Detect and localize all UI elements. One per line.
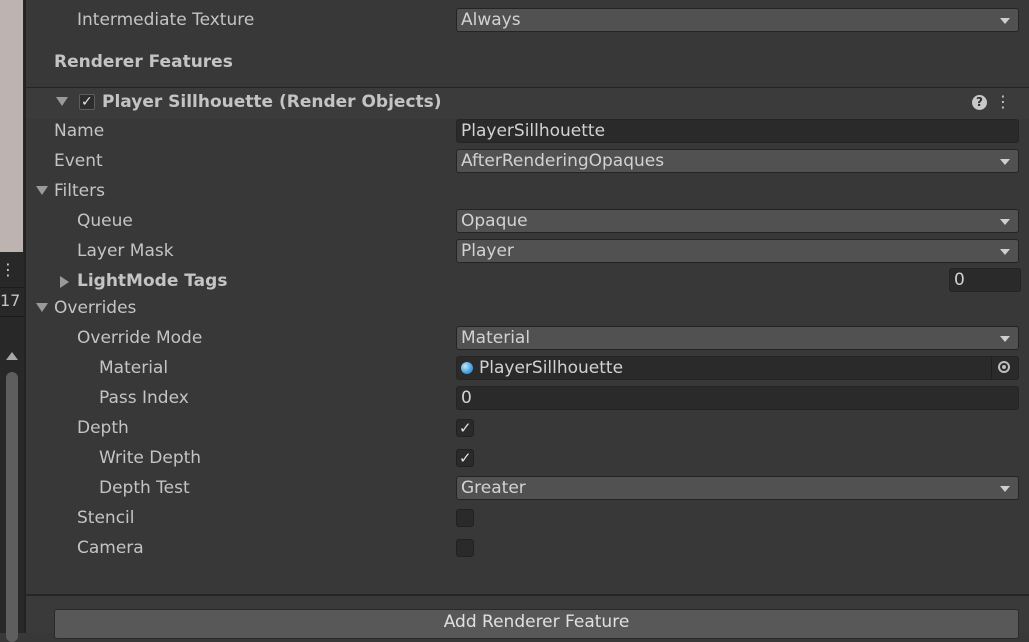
depth-label: Depth xyxy=(77,418,129,438)
name-input[interactable]: PlayerSillhouette xyxy=(456,119,1019,143)
queue-row: Queue Opaque xyxy=(26,206,1029,236)
stencil-label: Stencil xyxy=(77,508,135,528)
pass-index-input[interactable]: 0 xyxy=(456,386,1019,410)
layer-mask-value: Player xyxy=(461,241,514,261)
renderer-features-heading: Renderer Features xyxy=(54,52,233,72)
depth-test-dropdown[interactable]: Greater xyxy=(456,476,1019,500)
material-row: Material PlayerSillhouette xyxy=(26,353,1029,383)
layer-mask-row: Layer Mask Player xyxy=(26,236,1029,266)
camera-row: Camera xyxy=(26,533,1029,563)
override-mode-value: Material xyxy=(461,328,531,348)
chevron-down-icon xyxy=(1000,159,1010,165)
depth-test-row: Depth Test Greater xyxy=(26,473,1029,503)
write-depth-row: Write Depth ✓ xyxy=(26,443,1029,473)
override-mode-row: Override Mode Material xyxy=(26,323,1029,353)
camera-checkbox[interactable] xyxy=(456,539,474,557)
write-depth-label: Write Depth xyxy=(99,448,202,468)
renderer-features-heading-row: Renderer Features xyxy=(26,47,1029,77)
feature-title: Player Sillhouette (Render Objects) xyxy=(102,92,442,112)
lightmode-tags-count-input[interactable]: 0 xyxy=(949,268,1021,292)
depth-test-value: Greater xyxy=(461,478,526,498)
material-label: Material xyxy=(99,358,169,378)
feature-header[interactable]: ✓ Player Sillhouette (Render Objects) ? … xyxy=(26,87,1029,119)
stencil-checkbox[interactable] xyxy=(456,509,474,527)
add-renderer-feature-button[interactable]: Add Renderer Feature xyxy=(54,609,1019,639)
write-depth-checkbox[interactable]: ✓ xyxy=(456,449,474,467)
event-row: Event AfterRenderingOpaques xyxy=(26,146,1029,176)
overrides-label: Overrides xyxy=(54,298,137,318)
checkmark-icon: ✓ xyxy=(81,94,93,110)
override-mode-dropdown[interactable]: Material xyxy=(456,326,1019,350)
foldout-arrow-icon[interactable] xyxy=(60,276,69,288)
filters-label: Filters xyxy=(54,181,105,201)
chevron-down-icon xyxy=(1000,336,1010,342)
kebab-menu-icon[interactable]: ⋮ xyxy=(995,92,1011,112)
filters-foldout-row[interactable]: Filters xyxy=(26,176,1029,206)
intermediate-texture-label: Intermediate Texture xyxy=(77,10,255,30)
layer-mask-label: Layer Mask xyxy=(77,241,174,261)
scene-preview xyxy=(0,0,23,252)
event-value: AfterRenderingOpaques xyxy=(461,151,665,171)
pass-index-row: Pass Index 0 xyxy=(26,383,1029,413)
target-picker-icon xyxy=(998,361,1010,373)
material-icon xyxy=(461,362,473,374)
checkmark-icon: ✓ xyxy=(459,419,472,437)
camera-label: Camera xyxy=(77,538,144,558)
event-label: Event xyxy=(54,151,103,171)
depth-row: Depth ✓ xyxy=(26,413,1029,443)
scroll-up-arrow-icon[interactable] xyxy=(6,352,18,360)
help-icon[interactable]: ? xyxy=(972,95,987,110)
depth-test-label: Depth Test xyxy=(99,478,190,498)
lightmode-tags-row[interactable]: LightMode Tags xyxy=(26,266,1029,296)
lightmode-tags-label: LightMode Tags xyxy=(77,271,228,291)
pass-index-value: 0 xyxy=(461,388,472,408)
checkmark-icon: ✓ xyxy=(459,449,472,467)
overrides-foldout-row[interactable]: Overrides xyxy=(26,293,1029,323)
name-label: Name xyxy=(54,121,105,141)
override-mode-label: Override Mode xyxy=(77,328,203,348)
scrollbar-thumb[interactable] xyxy=(6,372,18,642)
material-object-field[interactable]: PlayerSillhouette xyxy=(456,356,1019,380)
name-row: Name PlayerSillhouette xyxy=(26,116,1029,146)
event-dropdown[interactable]: AfterRenderingOpaques xyxy=(456,149,1019,173)
object-picker-button[interactable] xyxy=(991,357,1018,379)
foldout-arrow-icon[interactable] xyxy=(56,97,68,106)
depth-checkbox[interactable]: ✓ xyxy=(456,419,474,437)
name-value: PlayerSillhouette xyxy=(461,121,606,141)
left-strip-number: 17 xyxy=(0,291,21,310)
material-value: PlayerSillhouette xyxy=(479,358,624,378)
pass-index-label: Pass Index xyxy=(99,388,189,408)
queue-dropdown[interactable]: Opaque xyxy=(456,209,1019,233)
intermediate-texture-value: Always xyxy=(461,10,521,30)
foldout-arrow-icon[interactable] xyxy=(36,186,48,195)
lightmode-tags-count: 0 xyxy=(954,270,965,290)
feature-enabled-checkbox[interactable]: ✓ xyxy=(79,94,95,110)
chevron-down-icon xyxy=(1000,486,1010,492)
intermediate-texture-dropdown[interactable]: Always xyxy=(456,8,1019,32)
queue-value: Opaque xyxy=(461,211,528,231)
chevron-down-icon xyxy=(1000,249,1010,255)
queue-label: Queue xyxy=(77,211,133,231)
stencil-row: Stencil xyxy=(26,503,1029,533)
chevron-down-icon xyxy=(1000,219,1010,225)
chevron-down-icon xyxy=(1000,18,1010,24)
layer-mask-dropdown[interactable]: Player xyxy=(456,239,1019,263)
foldout-arrow-icon[interactable] xyxy=(36,303,48,312)
intermediate-texture-row: Intermediate Texture Always xyxy=(26,5,1029,35)
divider xyxy=(0,316,24,317)
kebab-menu-icon[interactable]: ⋮ xyxy=(0,262,16,278)
divider xyxy=(0,287,24,288)
